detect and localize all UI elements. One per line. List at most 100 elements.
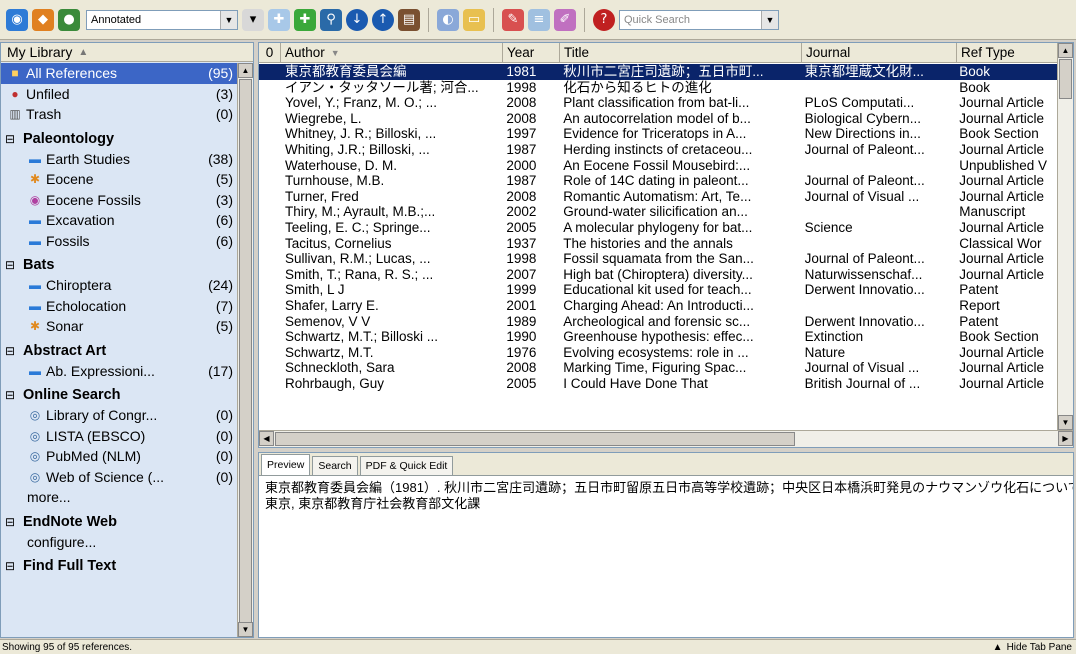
column-header-year[interactable]: Year <box>503 43 560 62</box>
online-search-icon: ◎ <box>29 428 41 443</box>
group-set-header[interactable]: ⊟ Find Full Text <box>1 552 237 576</box>
scroll-down-icon[interactable]: ▼ <box>238 622 253 637</box>
references-hscrollbar[interactable]: ◀ ▶ <box>259 430 1073 447</box>
help-icon[interactable]: ? <box>593 8 615 31</box>
tab-pdf-quick-edit[interactable]: PDF & Quick Edit <box>359 456 454 475</box>
table-row[interactable]: Sullivan, R.M.; Lucas, ... 1998 Fossil squ… <box>259 251 1057 267</box>
integrated-library-icon[interactable]: ◆ <box>32 8 54 31</box>
group-set-header[interactable]: ⊟ Bats <box>1 251 237 275</box>
scroll-thumb[interactable] <box>1059 59 1072 99</box>
table-row[interactable]: 東京都教育委員会編 1981 秋川市二宮庄司遺跡；五日市町... 東京都埋蔵文化財..… <box>259 64 1057 80</box>
online-library-icon[interactable]: ● <box>58 8 80 31</box>
table-row[interactable]: Semenov, V V 1989 Archeological and forens… <box>259 314 1057 330</box>
table-row[interactable]: Schneckloth, Sara 2008 Marking Time, Figur… <box>259 360 1057 376</box>
sidebar-item[interactable]: ✱ Sonar (5) <box>1 316 237 337</box>
attachment-column-icon[interactable]: 0 <box>259 43 281 62</box>
chevron-down-icon[interactable]: ▼ <box>220 10 237 29</box>
group-set-header[interactable]: ⊟ Online Search <box>1 381 237 405</box>
table-row[interactable]: Schwartz, M.T.; Billoski ... 1990 Greenhou… <box>259 329 1057 345</box>
table-row[interactable]: Smith, T.; Rana, R. S.; ... 2007 High bat … <box>259 267 1057 283</box>
table-row[interactable]: イアン・タッタソール著; 河合... 1998 化石から知るヒトの進化 Book <box>259 80 1057 96</box>
sidebar-item[interactable]: ✱ Eocene (5) <box>1 169 237 190</box>
open-link-icon[interactable]: ▤ <box>398 8 420 31</box>
tab-preview[interactable]: Preview <box>261 454 311 475</box>
sidebar-item[interactable]: ▬ Fossils (6) <box>1 231 237 252</box>
sidebar-item[interactable]: ◎ Library of Congr... (0) <box>1 405 237 426</box>
table-row[interactable]: Teeling, E. C.; Springe... 2005 A molecula… <box>259 220 1057 236</box>
sort-up-icon[interactable]: ▲ <box>78 47 88 58</box>
sidebar-item[interactable]: more... <box>1 487 237 508</box>
hide-tab-pane-button[interactable]: ▲ Hide Tab Pane <box>993 640 1072 654</box>
scroll-thumb[interactable] <box>275 432 795 446</box>
group-set-header[interactable]: ⊟ Abstract Art <box>1 337 237 361</box>
folder-icon[interactable]: ▭ <box>463 8 485 31</box>
format-bibliography-icon[interactable]: ≡ <box>528 8 550 31</box>
group-set-header[interactable]: ⊟ Paleontology <box>1 125 237 149</box>
new-reference-icon[interactable]: ✚ <box>268 8 290 31</box>
group-set-header[interactable]: ⊟ EndNote Web <box>1 508 237 532</box>
sidebar-item-label: Sonar <box>46 318 84 335</box>
dropdown-arrow-icon[interactable]: ▾ <box>242 8 264 31</box>
sidebar-item[interactable]: ▬ Chiroptera (24) <box>1 275 237 296</box>
sidebar-item[interactable]: ■ All References (95) <box>1 63 237 84</box>
author-cell: Turnhouse, M.B. <box>284 173 385 189</box>
references-vscrollbar[interactable]: ▲ ▼ <box>1057 43 1073 430</box>
table-row[interactable]: Yovel, Y.; Franz, M. O.; ... 2008 Plant cl… <box>259 95 1057 111</box>
scroll-thumb[interactable] <box>239 79 252 624</box>
table-row[interactable]: Waterhouse, D. M. 2000 An Eocene Fossil Mo… <box>259 158 1057 174</box>
find-full-text-icon[interactable]: ✚ <box>294 8 316 31</box>
sidebar-item[interactable]: ▬ Earth Studies (38) <box>1 149 237 170</box>
sidebar-item[interactable]: ▬ Ab. Expressioni... (17) <box>1 361 237 382</box>
column-header-title[interactable]: Title <box>560 43 802 62</box>
tab-search[interactable]: Search <box>312 456 358 475</box>
sidebar-item[interactable]: ◎ Web of Science (... (0) <box>1 467 237 488</box>
sidebar-item[interactable]: ▥ Trash (0) <box>1 104 237 125</box>
sidebar-item[interactable]: ● Unfiled (3) <box>1 84 237 105</box>
table-row[interactable]: Whiting, J.R.; Billoski, ... 1987 Herding … <box>259 142 1057 158</box>
chevron-down-icon[interactable]: ▼ <box>761 10 778 29</box>
output-style-select[interactable]: Annotated ▼ <box>86 9 238 30</box>
edit-citation-icon[interactable]: ✐ <box>554 8 576 31</box>
scroll-up-icon[interactable]: ▲ <box>1058 43 1073 58</box>
column-header-journal[interactable]: Journal <box>802 43 957 62</box>
find-references-icon[interactable]: ⚲ <box>320 8 342 31</box>
sidebar-item[interactable]: ◎ LISTA (EBSCO) (0) <box>1 426 237 447</box>
scroll-down-icon[interactable]: ▼ <box>1058 415 1073 430</box>
collapse-icon[interactable]: ⊟ <box>5 344 19 358</box>
scroll-left-icon[interactable]: ◀ <box>259 431 274 446</box>
collapse-icon[interactable]: ⊟ <box>5 132 19 146</box>
scroll-right-icon[interactable]: ▶ <box>1058 431 1073 446</box>
table-row[interactable]: Smith, L J 1999 Educational kit used for t… <box>259 282 1057 298</box>
table-row[interactable]: Shafer, Larry E. 2001 Charging Ahead: An I… <box>259 298 1057 314</box>
library-scrollbar[interactable]: ▲ ▼ <box>237 63 253 637</box>
sidebar-item[interactable]: ▬ Excavation (6) <box>1 210 237 231</box>
table-row[interactable]: Wiegrebe, L. 2008 An autocorrelation model… <box>259 111 1057 127</box>
collapse-icon[interactable]: ⊟ <box>5 388 19 402</box>
collapse-icon[interactable]: ⊟ <box>5 258 19 272</box>
export-icon[interactable]: ↑ <box>372 8 394 31</box>
import-icon[interactable]: ↓ <box>346 8 368 31</box>
table-row[interactable]: Schwartz, M.T. 1976 Evolving ecosystems: r… <box>259 345 1057 361</box>
column-header-author[interactable]: Author ▼ <box>281 43 503 62</box>
table-row[interactable]: Whitney, J. R.; Billoski, ... 1997 Evidenc… <box>259 126 1057 142</box>
table-row[interactable]: Turnhouse, M.B. 1987 Role of 14C dating in… <box>259 173 1057 189</box>
collapse-icon[interactable]: ⊟ <box>5 559 19 573</box>
year-cell: 2005 <box>506 219 537 235</box>
table-row[interactable]: Rohrbaugh, Guy 2005 I Could Have Done That… <box>259 376 1057 392</box>
collapse-icon[interactable]: ⊟ <box>5 515 19 529</box>
sidebar-item[interactable]: ◎ PubMed (NLM) (0) <box>1 446 237 467</box>
web-icon[interactable]: ◐ <box>437 8 459 31</box>
insert-citation-icon[interactable]: ✎ <box>502 8 524 31</box>
table-row[interactable]: Tacitus, Cornelius 1937 The histories and … <box>259 236 1057 252</box>
journal-cell: Biological Cybern... <box>804 110 921 126</box>
quick-search-input[interactable]: Quick Search ▼ <box>619 9 779 30</box>
table-row[interactable]: Thiry, M.; Ayrault, M.B.;... 2002 Ground-w… <box>259 204 1057 220</box>
scroll-up-icon[interactable]: ▲ <box>238 63 253 78</box>
sidebar-item[interactable]: configure... <box>1 532 237 553</box>
table-row[interactable]: Turner, Fred 2008 Romantic Automatism: Art… <box>259 189 1057 205</box>
sidebar-item[interactable]: ▬ Echolocation (7) <box>1 296 237 317</box>
library-header[interactable]: My Library ▲ <box>1 43 253 62</box>
sidebar-item[interactable]: ◉ Eocene Fossils (3) <box>1 190 237 211</box>
column-header-ref-type[interactable]: Ref Type <box>957 43 1059 62</box>
globe-connect-icon[interactable]: ◉ <box>6 8 28 31</box>
